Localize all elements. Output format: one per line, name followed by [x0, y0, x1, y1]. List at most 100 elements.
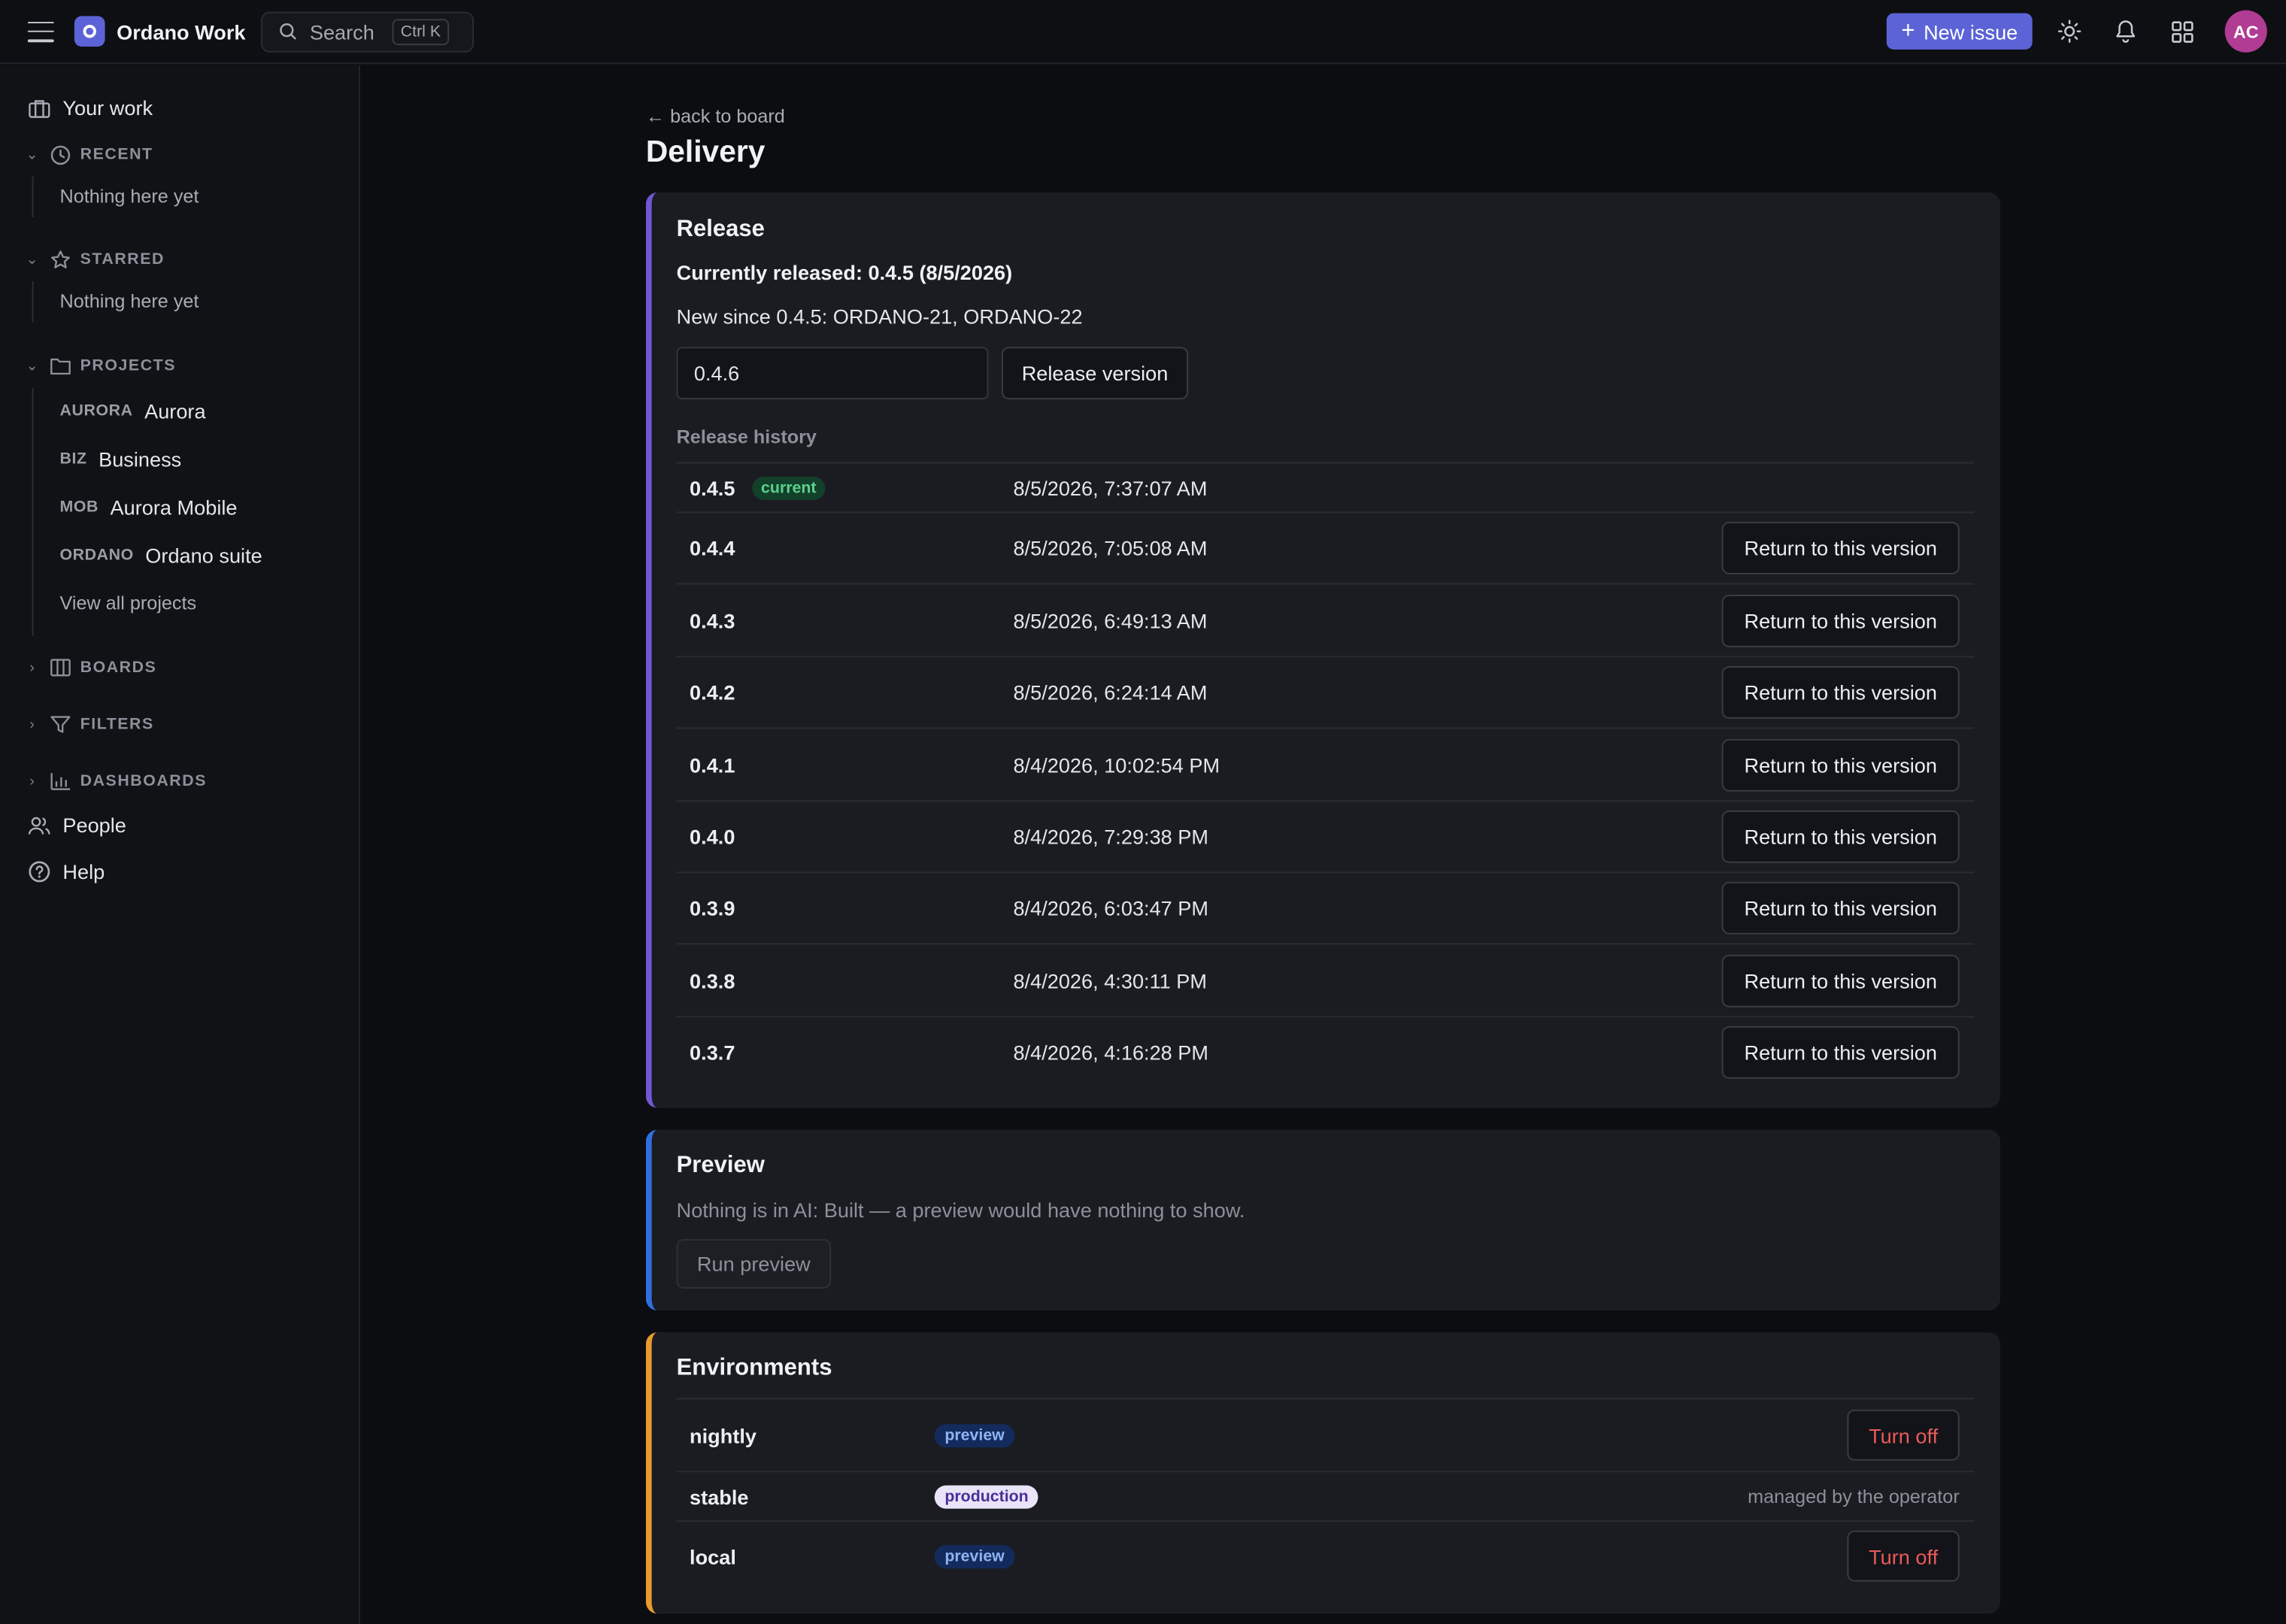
- board-columns-icon: [50, 659, 71, 677]
- recent-label: RECENT: [80, 145, 153, 164]
- app-title[interactable]: Ordano Work: [117, 20, 245, 43]
- sidebar-item-project-aurora[interactable]: AURORA Aurora: [0, 395, 359, 427]
- history-date: 8/4/2026, 7:29:38 PM: [1013, 825, 1209, 849]
- turn-off-button[interactable]: Turn off: [1847, 1409, 1960, 1461]
- recent-empty-text: Nothing here yet: [59, 184, 199, 207]
- history-date: 8/4/2026, 4:30:11 PM: [1013, 968, 1208, 992]
- return-to-version-button[interactable]: Return to this version: [1721, 953, 1960, 1007]
- return-to-version-button[interactable]: Return to this version: [1721, 810, 1960, 863]
- turn-off-button[interactable]: Turn off: [1847, 1530, 1960, 1582]
- environment-row-nightly: nightly preview Turn off: [676, 1398, 1975, 1471]
- sidebar-item-project-aurora-mobile[interactable]: MOB Aurora Mobile: [0, 491, 359, 523]
- history-version: 0.4.3: [690, 608, 735, 632]
- environment-name: nightly: [690, 1423, 757, 1447]
- history-version: 0.4.1: [690, 753, 735, 777]
- project-key: BIZ: [59, 450, 87, 468]
- sidebar: Your work ⌄ RECENT Nothing here yet ⌄ ST…: [0, 65, 360, 1624]
- return-to-version-button[interactable]: Return to this version: [1721, 666, 1960, 719]
- history-row: 0.4.1 8/4/2026, 10:02:54 PM Return to th…: [676, 727, 1975, 800]
- bar-chart-icon: [50, 773, 71, 790]
- dashboards-label: DASHBOARDS: [80, 772, 208, 790]
- project-key: MOB: [59, 498, 99, 517]
- top-bar: Ordano Work Search Ctrl K + New issue AC: [0, 0, 2286, 65]
- sidebar-item-help[interactable]: Help: [0, 856, 359, 888]
- currently-released-text: Currently released: 0.4.5 (8/5/2026): [676, 261, 1013, 285]
- release-card: Release Currently released: 0.4.5 (8/5/2…: [645, 192, 2001, 1108]
- boards-label: BOARDS: [80, 659, 157, 677]
- clock-icon: [50, 144, 71, 165]
- menu-icon[interactable]: [27, 21, 54, 42]
- your-work-label: Your work: [62, 95, 153, 120]
- briefcase-icon: [29, 99, 50, 117]
- starred-empty: Nothing here yet: [0, 287, 359, 314]
- folder-icon: [50, 358, 71, 375]
- view-all-projects-label: View all projects: [59, 591, 197, 614]
- starred-label: STARRED: [80, 250, 165, 268]
- help-circle-icon: [29, 861, 50, 883]
- star-icon: [51, 250, 70, 268]
- apps-grid-icon[interactable]: [2168, 17, 2197, 46]
- preview-title: Preview: [676, 1153, 765, 1178]
- return-to-version-button[interactable]: Return to this version: [1721, 881, 1960, 935]
- new-issue-button[interactable]: + New issue: [1886, 13, 2033, 50]
- sidebar-item-project-ordano-suite[interactable]: ORDANO Ordano suite: [0, 539, 359, 571]
- filters-label: FILTERS: [80, 715, 154, 734]
- recent-empty: Nothing here yet: [0, 182, 359, 208]
- history-date: 8/5/2026, 6:24:14 AM: [1013, 680, 1208, 704]
- return-to-version-button[interactable]: Return to this version: [1721, 594, 1960, 647]
- app-logo-icon: [74, 16, 105, 47]
- search-icon: [280, 23, 297, 40]
- search-box[interactable]: Search Ctrl K: [261, 11, 474, 52]
- section-starred-toggle[interactable]: ⌄ STARRED: [0, 247, 359, 273]
- notifications-bell-icon[interactable]: [2111, 17, 2140, 46]
- environment-badge: preview: [934, 1423, 1015, 1447]
- theme-toggle-sun-icon[interactable]: [2054, 17, 2084, 46]
- section-dashboards-toggle[interactable]: › DASHBOARDS: [0, 768, 359, 795]
- release-title: Release: [676, 217, 765, 242]
- environment-row-local: local preview Turn off: [676, 1520, 1975, 1590]
- new-since-text: New since 0.4.5: ORDANO-21, ORDANO-22: [676, 304, 1083, 329]
- section-filters-toggle[interactable]: › FILTERS: [0, 711, 359, 738]
- environment-badge: production: [934, 1484, 1039, 1508]
- chevron-right-icon: ›: [29, 716, 35, 733]
- history-date: 8/5/2026, 7:37:07 AM: [1013, 476, 1208, 500]
- release-version-button[interactable]: Release version: [1001, 347, 1189, 400]
- sidebar-item-people[interactable]: People: [0, 809, 359, 841]
- run-preview-button[interactable]: Run preview: [676, 1238, 832, 1289]
- return-to-version-button[interactable]: Return to this version: [1721, 522, 1960, 574]
- history-version: 0.4.0: [690, 825, 735, 849]
- history-row: 0.4.3 8/5/2026, 6:49:13 AM Return to thi…: [676, 583, 1975, 656]
- history-row: 0.3.9 8/4/2026, 6:03:47 PM Return to thi…: [676, 871, 1975, 943]
- project-name: Ordano suite: [145, 544, 262, 568]
- plus-icon: +: [1901, 18, 1915, 44]
- section-boards-toggle[interactable]: › BOARDS: [0, 655, 359, 681]
- people-label: People: [62, 813, 126, 837]
- view-all-projects-link[interactable]: View all projects: [0, 589, 359, 615]
- section-recent-toggle[interactable]: ⌄ RECENT: [0, 141, 359, 168]
- project-key: ORDANO: [59, 547, 134, 565]
- history-row: 0.4.2 8/5/2026, 6:24:14 AM Return to thi…: [676, 656, 1975, 727]
- return-to-version-button[interactable]: Return to this version: [1721, 1026, 1960, 1079]
- people-icon: [28, 816, 50, 834]
- user-avatar[interactable]: AC: [2224, 10, 2267, 53]
- history-version: 0.4.2: [690, 680, 735, 704]
- section-projects-toggle[interactable]: ⌄ PROJECTS: [0, 353, 359, 379]
- preview-card: Preview Nothing is in AI: Built — a prev…: [645, 1129, 2001, 1310]
- back-to-board-link[interactable]: ← back to board: [646, 105, 785, 127]
- history-row: 0.4.5 current 8/5/2026, 7:37:07 AM: [676, 462, 1975, 512]
- version-input[interactable]: [676, 347, 989, 400]
- sidebar-item-project-business[interactable]: BIZ Business: [0, 443, 359, 475]
- chevron-right-icon: ›: [29, 773, 35, 789]
- environment-name: local: [690, 1544, 736, 1568]
- page-title: Delivery: [645, 135, 766, 169]
- release-history-label: Release history: [676, 426, 817, 448]
- environment-name: stable: [690, 1484, 749, 1508]
- history-version: 0.3.8: [690, 968, 735, 992]
- sidebar-item-your-work[interactable]: Your work: [0, 93, 359, 123]
- return-to-version-button[interactable]: Return to this version: [1721, 738, 1960, 791]
- starred-empty-text: Nothing here yet: [59, 289, 199, 311]
- history-row: 0.4.4 8/5/2026, 7:05:08 AM Return to thi…: [676, 511, 1975, 583]
- filter-funnel-icon: [50, 716, 71, 733]
- history-row: 0.3.7 8/4/2026, 4:16:28 PM Return to thi…: [676, 1016, 1975, 1087]
- chevron-right-icon: ›: [29, 659, 35, 676]
